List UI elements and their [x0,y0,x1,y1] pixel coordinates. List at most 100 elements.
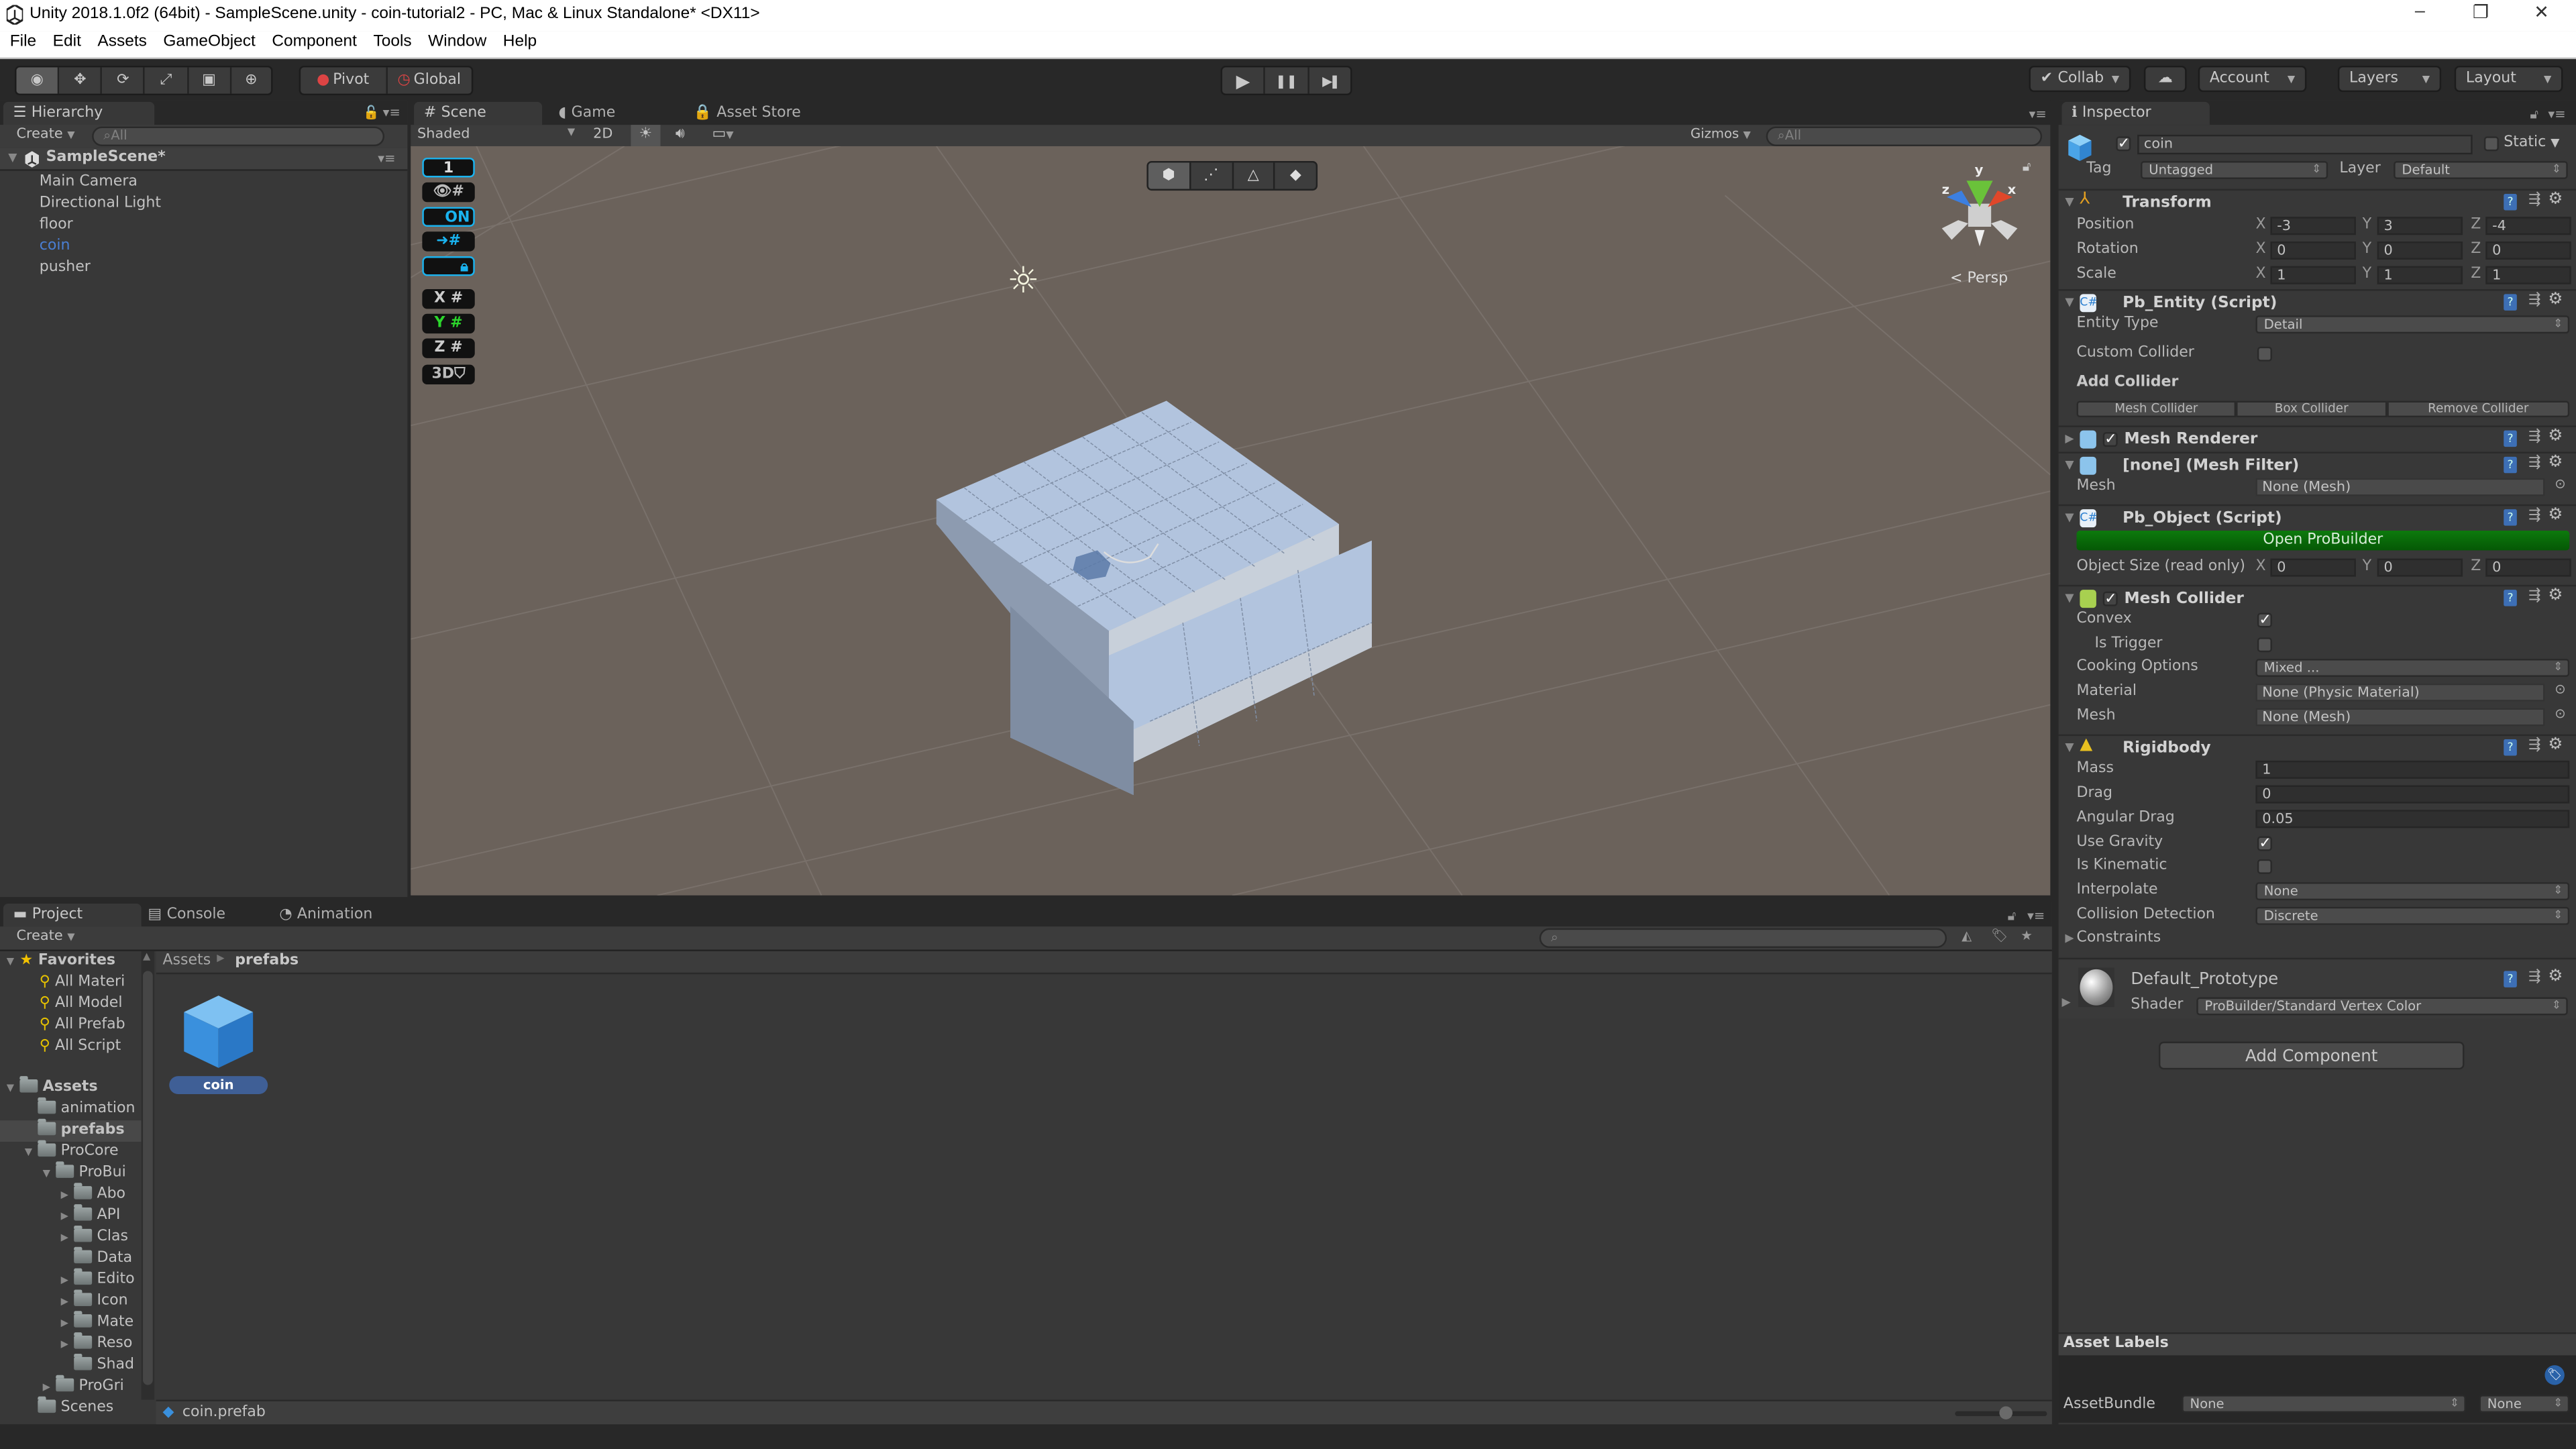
asset-folder-item[interactable]: Scenes [0,1396,142,1419]
static-dropdown[interactable]: Static ▼ [2504,135,2559,151]
pb-object-header[interactable]: ▼ C# Pb_Object (Script) ? ⇶ ⚙ [2058,504,2576,533]
asset-item-coin[interactable]: coin [169,992,271,1101]
hierarchy-item[interactable]: Directional Light [0,194,407,215]
object-picker-icon[interactable]: ⊙ [2555,682,2565,696]
tab-game[interactable]: ◖ Game [549,102,667,125]
expand-triangle-icon[interactable]: ▼ [7,951,20,973]
gear-icon[interactable]: ⚙ [2548,427,2563,445]
panel-menu-icon[interactable]: ▾≡ [2029,107,2046,121]
filter-by-type-icon[interactable]: ◭ [1962,928,1972,943]
y-axis-label[interactable]: Y [2363,217,2371,233]
mesh-renderer-enabled-checkbox[interactable]: ✓ [2102,432,2118,447]
z-axis-label[interactable]: Z [2471,217,2481,233]
convex-checkbox[interactable]: ✓ [2257,612,2272,629]
menu-tools[interactable]: Tools [365,32,420,51]
progrids-z-axis[interactable]: Z # [422,338,475,358]
lock-icon[interactable]: 🔓︎ [2530,107,2538,123]
mesh-collider-enabled-checkbox[interactable]: ✓ [2102,591,2118,607]
tab-console[interactable]: ▤ Console [138,904,273,926]
scene-search-input[interactable]: ⌕All [1766,126,2043,146]
custom-collider-checkbox[interactable] [2257,346,2272,362]
help-book-icon[interactable]: ? [2504,430,2517,447]
panel-menu-icon[interactable]: ▾≡ [2548,107,2565,121]
box-collider-button[interactable]: Box Collider [2236,400,2387,418]
pause-button[interactable]: ❚❚ [1266,67,1309,94]
x-axis-label[interactable]: X [2255,241,2265,258]
object-mode-button[interactable]: ⬢ [1148,162,1189,189]
help-book-icon[interactable]: ? [2504,193,2517,211]
breadcrumb-prefabs[interactable]: prefabs [235,953,299,969]
use-gravity-checkbox[interactable]: ✓ [2257,836,2272,852]
collapse-triangle-icon[interactable]: ▼ [2065,195,2074,209]
collider-mesh-field[interactable]: None (Mesh) [2255,708,2545,727]
effects-dropdown[interactable]: ▭▼ [703,125,743,146]
2d-toggle[interactable]: 2D [586,125,619,146]
rigidbody-header[interactable]: ▼ ▲ Rigidbody ? ⇶ ⚙ [2058,734,2576,763]
hierarchy-item[interactable]: coin [0,237,407,258]
mesh-filter-header[interactable]: ▼ [none] (Mesh Filter) ? ⇶ ⚙ [2058,451,2576,480]
global-button[interactable]: ◷ Global [387,67,472,93]
breadcrumb-assets[interactable]: Assets [162,953,211,969]
asset-folder-item[interactable]: ▼ ProCore [0,1140,142,1163]
favorite-item[interactable]: ⚲ All Script [40,1036,121,1058]
expand-triangle-icon[interactable]: ▶ [61,1206,74,1228]
asset-folder-item[interactable]: ▶ Icon [0,1289,142,1313]
menu-assets[interactable]: Assets [89,32,155,51]
tab-hierarchy[interactable]: ☰ Hierarchy [3,101,155,125]
icon-size-slider[interactable] [1955,1406,2047,1419]
transform-rotation-x-field[interactable]: 0 [2270,241,2356,260]
transform-scale-y-field[interactable]: 1 [2377,266,2463,284]
play-button[interactable]: ▶ [1222,67,1266,94]
asset-folder-item[interactable]: ▶ Mate [0,1311,142,1334]
entity-type-dropdown[interactable]: Detail [2255,315,2570,334]
asset-folder-item[interactable]: ▶ Edito [0,1268,142,1291]
object-picker-icon[interactable]: ⊙ [2555,706,2565,721]
transform-rotation-z-field[interactable]: 0 [2485,241,2571,260]
menu-help[interactable]: Help [495,32,545,51]
active-checkbox[interactable]: ✓ [2116,136,2131,152]
expand-triangle-icon[interactable]: ▶ [61,1270,74,1291]
cooking-options-dropdown[interactable]: Mixed ... [2255,659,2570,677]
face-mode-button[interactable]: ◆ [1273,162,1316,189]
collapse-triangle-icon[interactable]: ▼ [2065,458,2074,472]
expand-triangle-icon[interactable]: ▶ [61,1313,74,1334]
tag-dropdown[interactable]: Untagged [2141,161,2328,179]
minimize-button[interactable]: – [2396,1,2445,28]
rect-tool-button[interactable]: ▣ [189,67,231,94]
scene-viewport[interactable]: ☼ 1 👁︎# ON ➜# 🔒︎ X # Y # Z # 3D⛉ ⬢ ⋰ △ ◆… [411,146,2051,896]
progrids-x-axis[interactable]: X # [422,289,475,309]
preset-icon[interactable]: ⇶ [2528,738,2540,754]
project-search-input[interactable]: ⌕ [1539,928,1947,949]
menu-file[interactable]: File [0,32,44,51]
progrids-lock-toggle[interactable]: 🔒︎ [422,256,475,276]
mesh-filter-mesh-field[interactable]: None (Mesh) [2255,478,2545,496]
tab-asset-store[interactable]: 🔒 Asset Store [684,102,835,125]
expand-triangle-icon[interactable]: ▶ [2065,932,2074,945]
favorite-item[interactable]: ⚲ All Model [40,994,123,1016]
move-tool-button[interactable]: ✥ [60,67,103,94]
favorites-header[interactable]: ▼ ★ Favorites [0,951,142,973]
transform-rotation-y-field[interactable]: 0 [2377,241,2463,260]
lock-icon[interactable]: 🔓 [363,105,379,120]
filter-by-label-icon[interactable]: 🏷︎ [1991,928,2008,943]
mesh-collider-header[interactable]: ▼ ✓ Mesh Collider ? ⇶ ⚙ [2058,584,2576,613]
collapse-triangle-icon[interactable]: ▼ [2065,741,2074,754]
preset-icon[interactable]: ⇶ [2528,969,2540,985]
material-preview[interactable] [2078,967,2114,1008]
favorite-item[interactable]: ⚲ All Prefab [40,1015,125,1036]
x-axis-label[interactable]: X [2255,266,2265,282]
z-axis-label[interactable]: Z [2471,241,2481,258]
scroll-up-icon[interactable]: ▲ [143,951,150,963]
orientation-gizmo[interactable]: y z x [1939,154,2021,261]
asset-folder-item[interactable]: ▼ ProBui [0,1161,142,1185]
progrids-push-to-grid[interactable]: ➜# [422,231,475,252]
edge-mode-button[interactable]: △ [1231,162,1274,189]
menu-component[interactable]: Component [264,32,365,51]
asset-folder-item[interactable]: ▶ Reso [0,1332,142,1356]
y-axis-label[interactable]: Y [2363,266,2371,282]
gear-icon[interactable]: ⚙ [2548,453,2563,472]
hierarchy-item[interactable]: floor [0,215,407,237]
expand-triangle-icon[interactable]: ▼ [7,1078,20,1099]
menu-edit[interactable]: Edit [44,32,89,51]
slider-thumb[interactable] [1998,1406,2012,1419]
